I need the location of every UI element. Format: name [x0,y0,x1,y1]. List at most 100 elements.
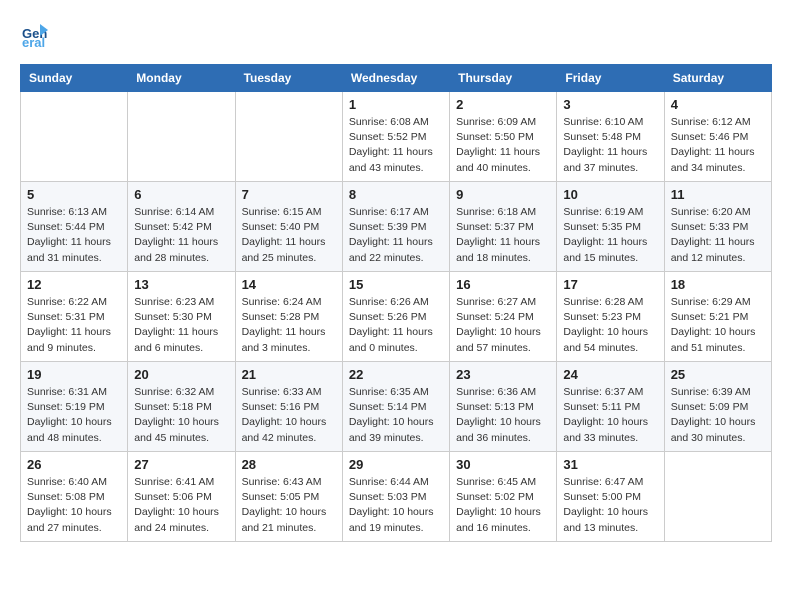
day-info: Sunrise: 6:18 AM Sunset: 5:37 PM Dayligh… [456,205,550,266]
calendar-cell: 13 Sunrise: 6:23 AM Sunset: 5:30 PM Dayli… [128,272,235,362]
weekday-header: Monday [128,65,235,92]
day-number: 8 [349,187,443,202]
calendar-cell [21,92,128,182]
day-info: Sunrise: 6:36 AM Sunset: 5:13 PM Dayligh… [456,385,550,446]
day-number: 18 [671,277,765,292]
day-info: Sunrise: 6:17 AM Sunset: 5:39 PM Dayligh… [349,205,443,266]
day-info: Sunrise: 6:27 AM Sunset: 5:24 PM Dayligh… [456,295,550,356]
calendar-cell: 12 Sunrise: 6:22 AM Sunset: 5:31 PM Dayli… [21,272,128,362]
day-info: Sunrise: 6:32 AM Sunset: 5:18 PM Dayligh… [134,385,228,446]
calendar-cell: 19 Sunrise: 6:31 AM Sunset: 5:19 PM Dayli… [21,362,128,452]
calendar-cell: 31Sunrise: 6:47 AM Sunset: 5:00 PM Dayli… [557,452,664,542]
calendar-cell [664,452,771,542]
calendar-cell: 26 Sunrise: 6:40 AM Sunset: 5:08 PM Dayli… [21,452,128,542]
day-number: 10 [563,187,657,202]
weekday-header: Sunday [21,65,128,92]
day-number: 24 [563,367,657,382]
day-number: 27 [134,457,228,472]
calendar-cell: 9 Sunrise: 6:18 AM Sunset: 5:37 PM Daylig… [450,182,557,272]
calendar-week-row: 5 Sunrise: 6:13 AM Sunset: 5:44 PM Daylig… [21,182,772,272]
day-info: Sunrise: 6:12 AM Sunset: 5:46 PM Dayligh… [671,115,765,176]
day-info: Sunrise: 6:08 AM Sunset: 5:52 PM Dayligh… [349,115,443,176]
calendar-cell: 3Sunrise: 6:10 AM Sunset: 5:48 PM Daylig… [557,92,664,182]
day-info: Sunrise: 6:35 AM Sunset: 5:14 PM Dayligh… [349,385,443,446]
day-info: Sunrise: 6:20 AM Sunset: 5:33 PM Dayligh… [671,205,765,266]
day-info: Sunrise: 6:31 AM Sunset: 5:19 PM Dayligh… [27,385,121,446]
calendar-cell: 2 Sunrise: 6:09 AM Sunset: 5:50 PM Daylig… [450,92,557,182]
day-number: 7 [242,187,336,202]
day-info: Sunrise: 6:23 AM Sunset: 5:30 PM Dayligh… [134,295,228,356]
day-number: 2 [456,97,550,112]
day-info: Sunrise: 6:22 AM Sunset: 5:31 PM Dayligh… [27,295,121,356]
calendar-week-row: 19 Sunrise: 6:31 AM Sunset: 5:19 PM Dayli… [21,362,772,452]
day-number: 19 [27,367,121,382]
calendar-cell [128,92,235,182]
calendar-cell: 29 Sunrise: 6:44 AM Sunset: 5:03 PM Dayli… [342,452,449,542]
day-info: Sunrise: 6:43 AM Sunset: 5:05 PM Dayligh… [242,475,336,536]
day-number: 6 [134,187,228,202]
day-number: 14 [242,277,336,292]
day-number: 4 [671,97,765,112]
svg-text:eral: eral [22,35,45,48]
day-info: Sunrise: 6:39 AM Sunset: 5:09 PM Dayligh… [671,385,765,446]
weekday-header: Saturday [664,65,771,92]
day-info: Sunrise: 6:15 AM Sunset: 5:40 PM Dayligh… [242,205,336,266]
day-number: 15 [349,277,443,292]
weekday-header: Tuesday [235,65,342,92]
calendar-week-row: 1Sunrise: 6:08 AM Sunset: 5:52 PM Daylig… [21,92,772,182]
day-info: Sunrise: 6:28 AM Sunset: 5:23 PM Dayligh… [563,295,657,356]
day-info: Sunrise: 6:41 AM Sunset: 5:06 PM Dayligh… [134,475,228,536]
weekday-header: Wednesday [342,65,449,92]
day-number: 28 [242,457,336,472]
calendar-cell: 30 Sunrise: 6:45 AM Sunset: 5:02 PM Dayli… [450,452,557,542]
calendar-cell: 7 Sunrise: 6:15 AM Sunset: 5:40 PM Daylig… [235,182,342,272]
calendar-cell: 1Sunrise: 6:08 AM Sunset: 5:52 PM Daylig… [342,92,449,182]
calendar-cell: 6 Sunrise: 6:14 AM Sunset: 5:42 PM Daylig… [128,182,235,272]
calendar-cell: 4 Sunrise: 6:12 AM Sunset: 5:46 PM Daylig… [664,92,771,182]
calendar-week-row: 26 Sunrise: 6:40 AM Sunset: 5:08 PM Dayli… [21,452,772,542]
day-info: Sunrise: 6:26 AM Sunset: 5:26 PM Dayligh… [349,295,443,356]
day-info: Sunrise: 6:09 AM Sunset: 5:50 PM Dayligh… [456,115,550,176]
day-info: Sunrise: 6:24 AM Sunset: 5:28 PM Dayligh… [242,295,336,356]
day-number: 13 [134,277,228,292]
day-info: Sunrise: 6:44 AM Sunset: 5:03 PM Dayligh… [349,475,443,536]
day-info: Sunrise: 6:10 AM Sunset: 5:48 PM Dayligh… [563,115,657,176]
calendar-cell [235,92,342,182]
calendar-cell: 20Sunrise: 6:32 AM Sunset: 5:18 PM Dayli… [128,362,235,452]
day-number: 5 [27,187,121,202]
page-header: Gen eral [20,20,772,48]
logo: Gen eral [20,20,52,48]
logo-icon: Gen eral [20,20,48,48]
day-number: 21 [242,367,336,382]
calendar-cell: 21Sunrise: 6:33 AM Sunset: 5:16 PM Dayli… [235,362,342,452]
calendar-cell: 10 Sunrise: 6:19 AM Sunset: 5:35 PM Dayli… [557,182,664,272]
calendar-cell: 14 Sunrise: 6:24 AM Sunset: 5:28 PM Dayli… [235,272,342,362]
day-number: 9 [456,187,550,202]
calendar-cell: 23 Sunrise: 6:36 AM Sunset: 5:13 PM Dayli… [450,362,557,452]
calendar-cell: 17 Sunrise: 6:28 AM Sunset: 5:23 PM Dayli… [557,272,664,362]
day-info: Sunrise: 6:40 AM Sunset: 5:08 PM Dayligh… [27,475,121,536]
calendar-cell: 16Sunrise: 6:27 AM Sunset: 5:24 PM Dayli… [450,272,557,362]
day-number: 31 [563,457,657,472]
day-info: Sunrise: 6:19 AM Sunset: 5:35 PM Dayligh… [563,205,657,266]
day-number: 30 [456,457,550,472]
day-info: Sunrise: 6:45 AM Sunset: 5:02 PM Dayligh… [456,475,550,536]
day-info: Sunrise: 6:37 AM Sunset: 5:11 PM Dayligh… [563,385,657,446]
day-number: 12 [27,277,121,292]
day-number: 26 [27,457,121,472]
calendar-cell: 28 Sunrise: 6:43 AM Sunset: 5:05 PM Dayli… [235,452,342,542]
calendar-cell: 24 Sunrise: 6:37 AM Sunset: 5:11 PM Dayli… [557,362,664,452]
day-number: 17 [563,277,657,292]
day-number: 22 [349,367,443,382]
day-number: 11 [671,187,765,202]
calendar-cell: 18Sunrise: 6:29 AM Sunset: 5:21 PM Dayli… [664,272,771,362]
day-info: Sunrise: 6:14 AM Sunset: 5:42 PM Dayligh… [134,205,228,266]
day-number: 29 [349,457,443,472]
calendar-table: SundayMondayTuesdayWednesdayThursdayFrid… [20,64,772,542]
calendar-cell: 27 Sunrise: 6:41 AM Sunset: 5:06 PM Dayli… [128,452,235,542]
day-info: Sunrise: 6:13 AM Sunset: 5:44 PM Dayligh… [27,205,121,266]
calendar-cell: 22 Sunrise: 6:35 AM Sunset: 5:14 PM Dayli… [342,362,449,452]
day-number: 23 [456,367,550,382]
calendar-cell: 8 Sunrise: 6:17 AM Sunset: 5:39 PM Daylig… [342,182,449,272]
calendar-cell: 25Sunrise: 6:39 AM Sunset: 5:09 PM Dayli… [664,362,771,452]
